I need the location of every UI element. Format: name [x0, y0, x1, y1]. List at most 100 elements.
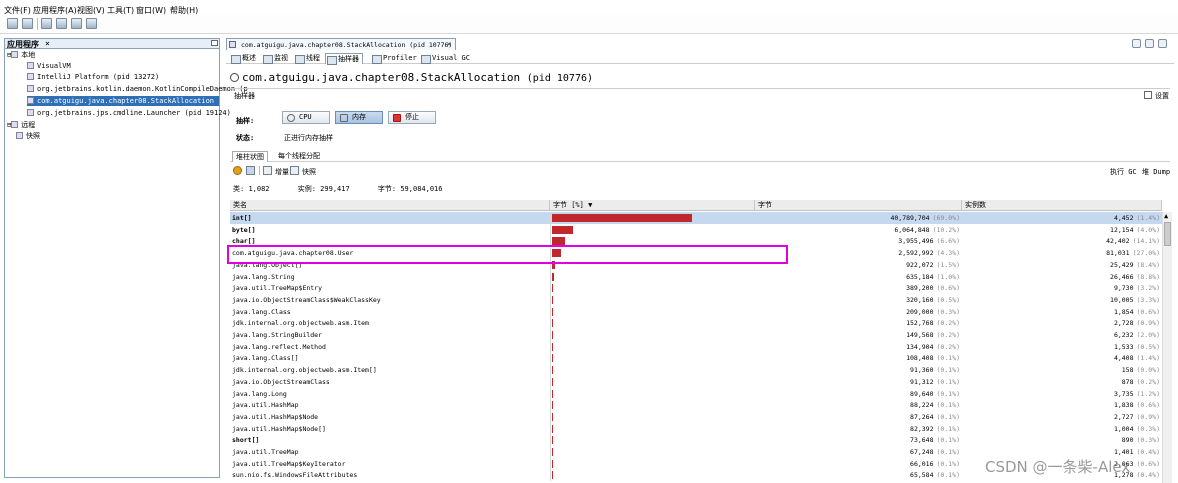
instances-percent-value: (3.3%) [1136, 295, 1160, 304]
snapshot-label[interactable]: 快照 [302, 167, 316, 177]
bytes-percent-cell [550, 223, 755, 236]
close-icon[interactable]: × [45, 39, 50, 48]
menu-bar: 文件(F) 应用程序(A) 视图(V) 工具(T) 窗口(W) 帮助(H) [0, 0, 1178, 15]
table-row[interactable]: java.lang.Class 209,000 (0.3%) 1,854 (0.6%) [230, 305, 1162, 318]
tree-node-snapshots[interactable]: 快照 [7, 131, 40, 141]
toolbar-separator [37, 18, 38, 30]
instances-cell: 878 (0.2%) [962, 376, 1162, 388]
tab-profiler[interactable]: Profiler [371, 53, 417, 64]
pause-icon[interactable] [233, 166, 242, 175]
class-name-cell: short[] [232, 436, 260, 445]
thread-dump-icon[interactable] [86, 18, 97, 29]
applications-panel-header: 应用程序 × [5, 39, 219, 49]
add-remote-host-icon[interactable] [56, 18, 67, 29]
tree-node-jps-launcher[interactable]: org.jetbrains.jps.cmdline.Launcher (pid … [27, 108, 231, 118]
instances-value: 2,728 [1113, 319, 1134, 328]
table-row[interactable]: short[] 73,648 (0.1%) 890 (0.3%) [230, 434, 1162, 447]
tree-node-local[interactable]: ⊟ 本地 [7, 50, 35, 60]
bytes-percent-cell [550, 422, 755, 435]
tab-monitor[interactable]: 监视 [262, 53, 288, 64]
table-row[interactable]: java.lang.Long 89,640 (0.1%) 3,735 (1.2%) [230, 387, 1162, 400]
class-name-cell: java.lang.Class [232, 307, 291, 316]
bytes-value: 40,789,704 [890, 214, 930, 222]
column-class-name[interactable]: 类名 [230, 200, 550, 211]
tab-threads[interactable]: 线程 [294, 53, 320, 64]
heap-dump-icon[interactable] [71, 18, 82, 29]
bytes-cell: 209,000 (0.3%) [755, 306, 962, 318]
table-row[interactable]: java.lang.Class[] 108,408 (0.1%) 4,408 (1.4%… [230, 352, 1162, 365]
table-row[interactable]: java.util.TreeMap$Entry 389,200 (0.6%) 9,73… [230, 282, 1162, 295]
cpu-button[interactable]: CPU [282, 111, 330, 124]
scroll-tabs-left-icon[interactable] [1132, 39, 1141, 48]
table-row[interactable]: jdk.internal.org.objectweb.asm.Item 152,7… [230, 317, 1162, 330]
table-row[interactable]: java.lang.StringBuilder 149,568 (0.2%) 6,23… [230, 329, 1162, 341]
bytes-percent-cell [550, 387, 755, 400]
column-bytes[interactable]: 字节 [755, 200, 962, 211]
settings-checkbox[interactable] [1144, 91, 1152, 99]
tab-list-icon[interactable] [1145, 39, 1154, 48]
table-row[interactable]: java.lang.reflect.Method 134,904 (0.2%) 1,5… [230, 340, 1162, 353]
table-row[interactable]: byte[] 6,064,848 (10.2%) 12,154 (4.0%) [230, 223, 1162, 236]
maximize-icon[interactable] [1158, 39, 1167, 48]
tree-node-remote[interactable]: ⊟ 远程 [7, 120, 35, 130]
tab-heap-histogram[interactable]: 堆柱状图 [232, 151, 268, 162]
instances-cell: 10,005 (3.3%) [962, 294, 1162, 306]
table-row[interactable]: int[] 40,789,704 (69.0%) 4,452 (1.4%) [230, 212, 1162, 224]
app-icon [229, 41, 236, 48]
stop-button[interactable]: 停止 [388, 111, 436, 124]
tree-node-stack-allocation[interactable]: com.atguigu.java.chapter08.StackAllocati… [27, 96, 219, 106]
save-icon[interactable] [22, 18, 33, 29]
table-row[interactable]: java.util.HashMap$Node 87,264 (0.1%) 2,727(… [230, 410, 1162, 423]
bytes-percent-cell [550, 364, 755, 377]
sampler-section-label: 抽样器 [234, 92, 255, 100]
table-row[interactable]: java.util.HashMap$Node[] 82,392 (0.1%) 1,00… [230, 422, 1162, 435]
bytes-value: 67,248 [910, 448, 934, 456]
instances-percent-value: (4.0%) [1136, 225, 1160, 234]
bytes-cell: 149,568 (0.2%) [755, 329, 962, 341]
bytes-percent-value: (10.2%) [932, 225, 960, 234]
heap-dump-button[interactable]: 堆 Dump [1142, 167, 1170, 177]
tree-node-intellij[interactable]: IntelliJ Platform (pid 13272) [27, 72, 159, 82]
delta-label[interactable]: 增量 [275, 167, 289, 177]
perform-gc-button[interactable]: 执行 GC [1110, 167, 1137, 177]
highlight-box [227, 245, 788, 264]
table-row[interactable]: java.io.ObjectStreamClass$WeakClassKey 32… [230, 293, 1162, 306]
tab-overview[interactable]: 概述 [230, 53, 256, 64]
bytes-cell: 88,224 (0.1%) [755, 399, 962, 411]
bytes-percent-cell [550, 305, 755, 318]
column-bytes-percent[interactable]: 字节 [%] ▼ [550, 200, 755, 211]
vertical-scrollbar[interactable]: ▲ [1162, 212, 1172, 483]
table-row[interactable]: java.io.ObjectStreamClass 91,312 (0.1%) 878… [230, 375, 1162, 388]
tab-per-thread-allocations[interactable]: 每个线程分配 [275, 151, 323, 162]
bytes-percent-value: (0.1%) [936, 448, 960, 456]
memory-button[interactable]: 内存 [335, 111, 383, 124]
bytes-cell: 67,248 (0.1%) [755, 446, 962, 458]
tab-visual-gc[interactable]: Visual GC [420, 53, 470, 64]
scrollbar-thumb[interactable] [1164, 222, 1171, 246]
status-value: 正进行内存抽样 [284, 134, 333, 142]
instances-percent-value: (8.8%) [1136, 272, 1160, 281]
document-tab[interactable]: com.atguigu.java.chapter08.StackAllocati… [226, 38, 456, 50]
close-icon[interactable]: × [447, 40, 451, 48]
class-name-cell: byte[] [232, 225, 256, 234]
scroll-up-icon[interactable]: ▲ [1164, 212, 1168, 220]
tree-node-kotlin-daemon[interactable]: org.jetbrains.kotlin.daemon.KotlinCompil… [27, 84, 248, 94]
delta-icon[interactable] [263, 166, 272, 175]
bytes-percent-bar [552, 424, 553, 433]
instances-value: 890 [1121, 436, 1134, 445]
table-row[interactable]: java.lang.String 635,184 (1.0%) 26,466 (8.8%… [230, 270, 1162, 283]
bytes-value: 87,264 [910, 412, 934, 421]
class-name-cell: java.lang.Long [232, 389, 287, 398]
snapshot-button-icon[interactable] [290, 166, 299, 175]
toolbar-separator [259, 166, 260, 175]
column-instances[interactable]: 实例数 [962, 200, 1162, 211]
add-jmx-icon[interactable] [41, 18, 52, 29]
open-icon[interactable] [7, 18, 18, 29]
snapshot-icon[interactable] [246, 166, 255, 175]
instances-percent-value: (1.4%) [1136, 354, 1160, 363]
tree-node-visualvm[interactable]: VisualVM [27, 61, 71, 71]
table-row[interactable]: jdk.internal.org.objectweb.asm.Item[] 91,… [230, 364, 1162, 377]
table-row[interactable]: java.util.HashMap 88,224 (0.1%) 1,838 (0.6%) [230, 399, 1162, 412]
tab-sampler[interactable]: 抽样器 [325, 53, 363, 65]
minimize-icon[interactable] [211, 40, 218, 46]
